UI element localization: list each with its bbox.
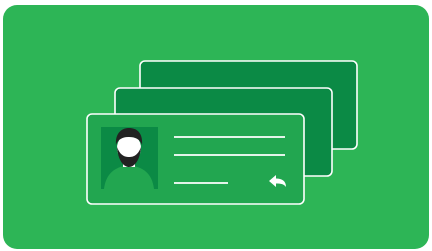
- illustration-frame: [0, 0, 432, 251]
- person-avatar-icon: [101, 127, 158, 189]
- contact-cards-illustration: [3, 5, 429, 249]
- green-background-panel: [3, 5, 429, 249]
